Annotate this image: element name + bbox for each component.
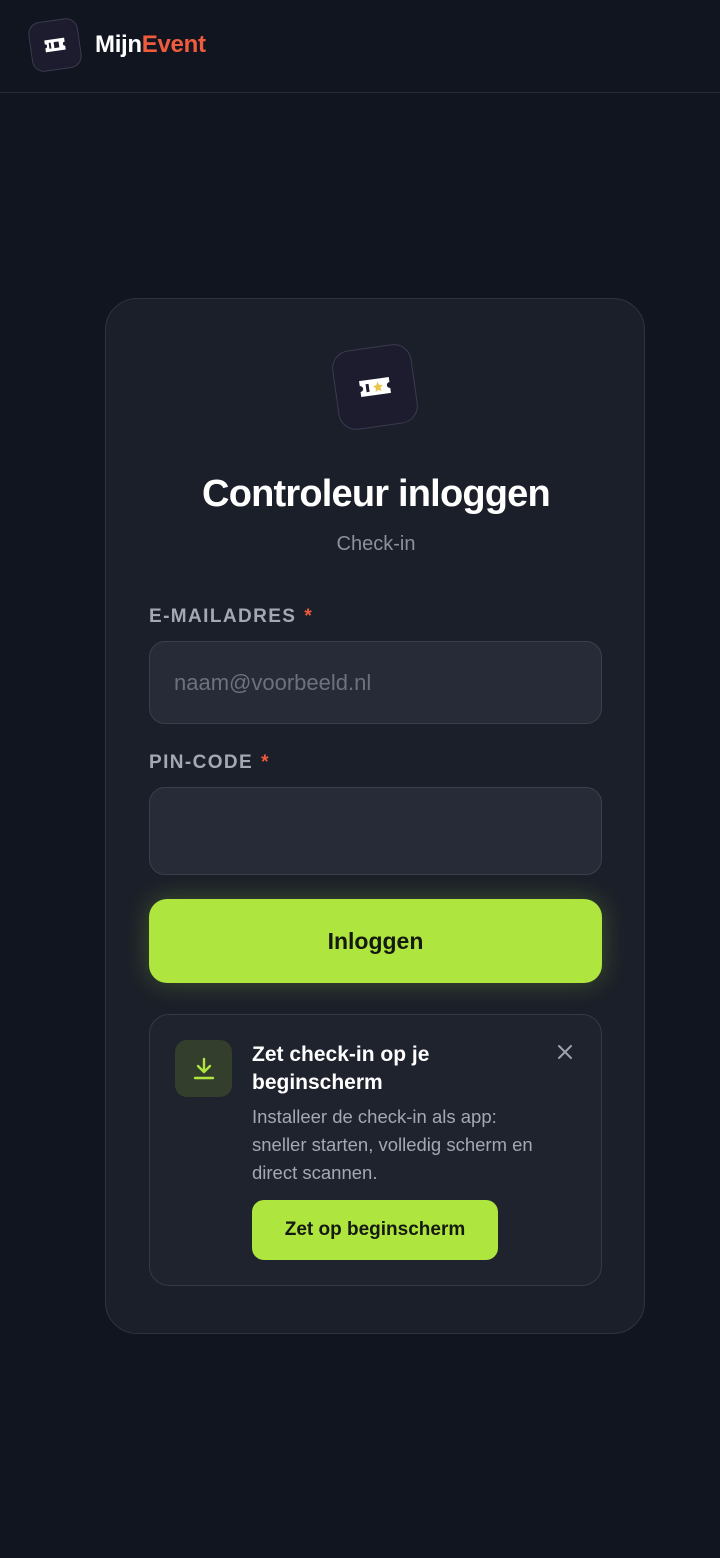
install-prompt: Zet check-in op je beginscherm Installee… [149,1014,602,1286]
pin-label: PIN-CODE * [149,752,270,774]
top-bar: MijnEvent [0,0,720,93]
install-description: Installeer de check-in als app: sneller … [252,1106,533,1183]
install-button[interactable]: Zet op beginscherm [252,1200,498,1260]
email-label: E-MAILADRES * [149,606,313,628]
download-icon [193,1057,214,1079]
brand-name-part1: Mijn [95,31,142,58]
ticket-icon [44,37,66,53]
ticket-star-icon [359,376,391,398]
pin-label-text: PIN-CODE [149,752,254,773]
email-field[interactable] [149,641,602,724]
page-title: Controleur inloggen [202,473,551,515]
login-card: Controleur inloggen Check-in E-MAILADRES… [105,298,645,1334]
brand-name[interactable]: MijnEvent [95,31,206,59]
card-logo [329,341,421,433]
brand-logo[interactable] [26,16,84,74]
login-button[interactable]: Inloggen [149,899,602,983]
install-icon-tile [175,1040,232,1097]
close-icon [558,1045,572,1059]
required-marker: * [261,752,270,773]
page-subtitle: Check-in [336,533,416,555]
brand-name-part2: Event [141,31,206,58]
pin-field[interactable] [149,787,602,875]
install-title: Zet check-in op je beginscherm [252,1043,430,1094]
close-button[interactable] [550,1037,580,1067]
required-marker: * [304,606,314,627]
email-label-text: E-MAILADRES [149,606,297,627]
